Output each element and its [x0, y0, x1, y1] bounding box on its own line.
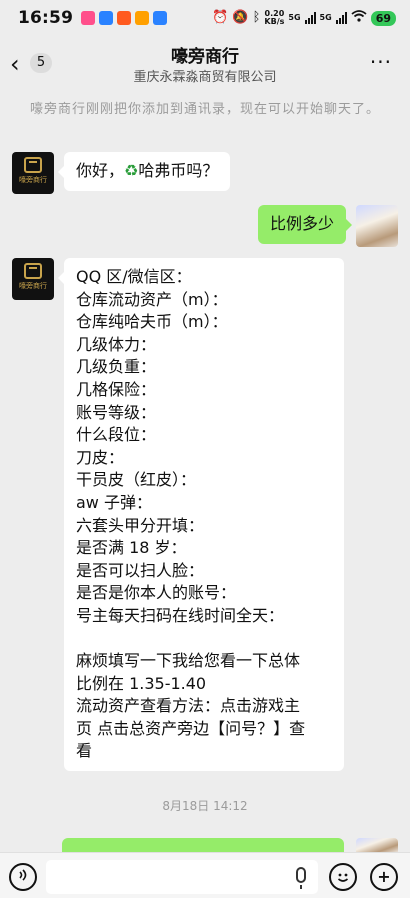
- recycle-emoji-icon: ♻: [124, 161, 139, 180]
- message-bubble-outgoing[interactable]: 比例多少: [257, 205, 353, 244]
- message-line: 仓库纯哈夫币（m）：: [76, 312, 228, 332]
- wifi-icon: [351, 10, 367, 26]
- message-line: 麻烦填写一下我给您看一下总体: [76, 651, 301, 671]
- more-icon[interactable]: ···: [370, 50, 392, 74]
- message-text: 哈弗币吗？: [138, 161, 219, 180]
- add-icon[interactable]: +: [370, 863, 398, 891]
- message-line: [76, 628, 332, 651]
- user-avatar[interactable]: [356, 838, 398, 852]
- input-bar: +: [0, 852, 410, 898]
- message-input[interactable]: [46, 860, 318, 894]
- message-bubble[interactable]: QQ 区/微信区： 仓库流动资产（m）： 仓库纯哈夫币（m）： 几级体力： 几级…: [58, 258, 344, 772]
- network-speed: 0.20 KB/s: [264, 9, 285, 26]
- message-line: 页 点击总资产旁边【问号？】查: [76, 718, 306, 738]
- app-notification-icon: [117, 11, 132, 25]
- message-line: QQ 区/微信区：: [76, 267, 192, 286]
- message-line: 流动资产查看方法：点击游戏主: [76, 696, 301, 716]
- message-line: 刀皮：: [76, 447, 125, 467]
- message-line: 号主每天扫码在线时间全天：: [76, 605, 285, 625]
- message-line: 看: [76, 741, 93, 761]
- message-line: 几格保险：: [76, 379, 157, 399]
- message-line: aw 子弹：: [76, 492, 152, 512]
- mute-icon: 🔕: [232, 10, 249, 25]
- alarm-icon: ⏰: [212, 10, 229, 25]
- company-avatar[interactable]: 嚎旁商行: [12, 152, 54, 194]
- message-bubble[interactable]: 你好，♻哈弗币吗？: [57, 152, 231, 191]
- message-line: 比例在 1.35-1.40: [76, 673, 207, 693]
- message-line: 几级负重：: [76, 357, 157, 377]
- message-line: 干员皮（红皮）：: [76, 470, 197, 490]
- message-line: 账号等级：: [76, 402, 157, 422]
- app-notification-icon: [135, 11, 150, 25]
- company-logo-icon: [24, 157, 42, 173]
- message-timestamp: 8月18日 14:12: [162, 799, 248, 813]
- chat-subtitle: 重庆永霖淼商贸有限公司: [133, 70, 277, 85]
- signal-icon: [304, 12, 316, 24]
- company-logo-icon: [24, 263, 42, 279]
- message-line: 是否可以扫人脸：: [76, 560, 205, 580]
- user-avatar[interactable]: [356, 205, 398, 247]
- microphone-icon[interactable]: [296, 867, 306, 889]
- message-line: 是否满 18 岁：: [76, 538, 187, 558]
- app-notification-icon: [153, 11, 168, 25]
- system-notice: 嚎旁商行刚刚把你添加到通讯录，现在可以开始聊天了。: [30, 102, 381, 117]
- emoji-icon[interactable]: [329, 863, 357, 891]
- notification-icons: [81, 11, 168, 25]
- chat-header: ‹ 5 嚎旁商行 重庆永霖淼商贸有限公司 ···: [0, 38, 410, 88]
- avatar-label: 嚎旁商行: [19, 176, 47, 184]
- message-line: 是否是你本人的账号：: [76, 583, 237, 603]
- chat-title: 嚎旁商行: [171, 47, 239, 67]
- avatar-label: 嚎旁商行: [19, 282, 47, 290]
- sim2-label: 5G: [319, 13, 332, 22]
- app-notification-icon: [99, 11, 114, 25]
- message-text: 比例多少: [269, 214, 334, 233]
- battery-indicator: 69: [370, 10, 396, 26]
- message-bubble-outgoing-partial[interactable]: [62, 838, 344, 852]
- message-text: 你好，: [76, 161, 125, 180]
- signal-icon: [335, 12, 347, 24]
- app-notification-icon: [81, 11, 96, 25]
- sim1-label: 5G: [288, 13, 301, 22]
- message-line: 仓库流动资产（m）：: [76, 289, 228, 309]
- message-line: 几级体力：: [76, 334, 157, 354]
- voice-toggle-icon[interactable]: [9, 863, 37, 891]
- message-line: 什么段位：: [76, 425, 157, 445]
- message-line: 六套头甲分开填：: [76, 515, 205, 535]
- status-bar: 16:59 ⏰ 🔕 ᛒ 0.20 KB/s 5G 5G 69: [0, 0, 410, 36]
- company-avatar[interactable]: 嚎旁商行: [12, 258, 54, 300]
- bluetooth-icon: ᛒ: [252, 10, 261, 25]
- status-time: 16:59: [18, 8, 74, 28]
